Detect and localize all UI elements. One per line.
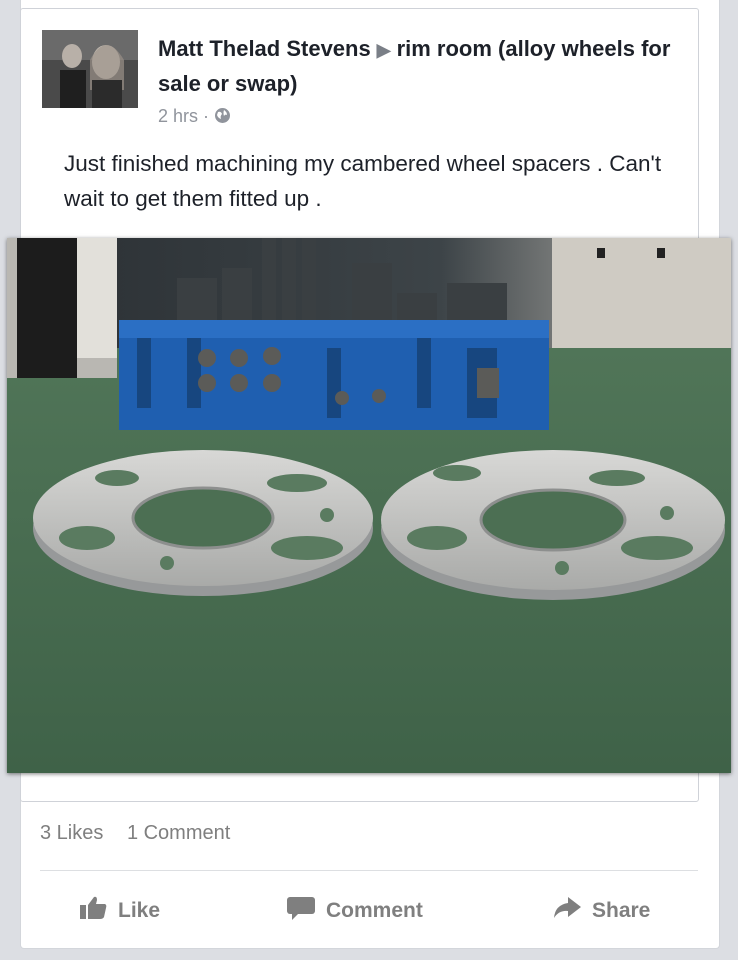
comments-count[interactable]: 1 Comment <box>127 822 230 844</box>
post-meta: 2 hrs · <box>158 106 231 129</box>
post-photo[interactable] <box>7 238 731 773</box>
reaction-stats: 3 Likes 1 Comment <box>40 822 248 845</box>
divider <box>40 870 698 871</box>
author-name[interactable]: Matt Thelad Stevens <box>158 36 371 61</box>
like-button[interactable]: Like <box>78 895 160 927</box>
post-header: Matt Thelad Stevens ▶ rim room (alloy whee… <box>158 32 678 101</box>
share-arrow-icon <box>552 895 592 927</box>
speech-bubble-icon <box>286 895 326 927</box>
thumbs-up-icon <box>78 895 118 927</box>
post-text: Just finished machining my cambered whee… <box>64 151 662 211</box>
comment-label: Comment <box>326 899 423 922</box>
share-label: Share <box>592 899 651 922</box>
share-button[interactable]: Share <box>552 895 650 927</box>
globe-icon[interactable] <box>214 107 231 129</box>
meta-separator: · <box>203 106 210 126</box>
post-time[interactable]: 2 hrs <box>158 106 198 126</box>
likes-count[interactable]: 3 Likes <box>40 822 103 844</box>
comment-button[interactable]: Comment <box>286 895 423 927</box>
author-avatar[interactable] <box>42 30 138 108</box>
right-triangle-icon: ▶ <box>376 40 391 60</box>
like-label: Like <box>118 899 161 922</box>
